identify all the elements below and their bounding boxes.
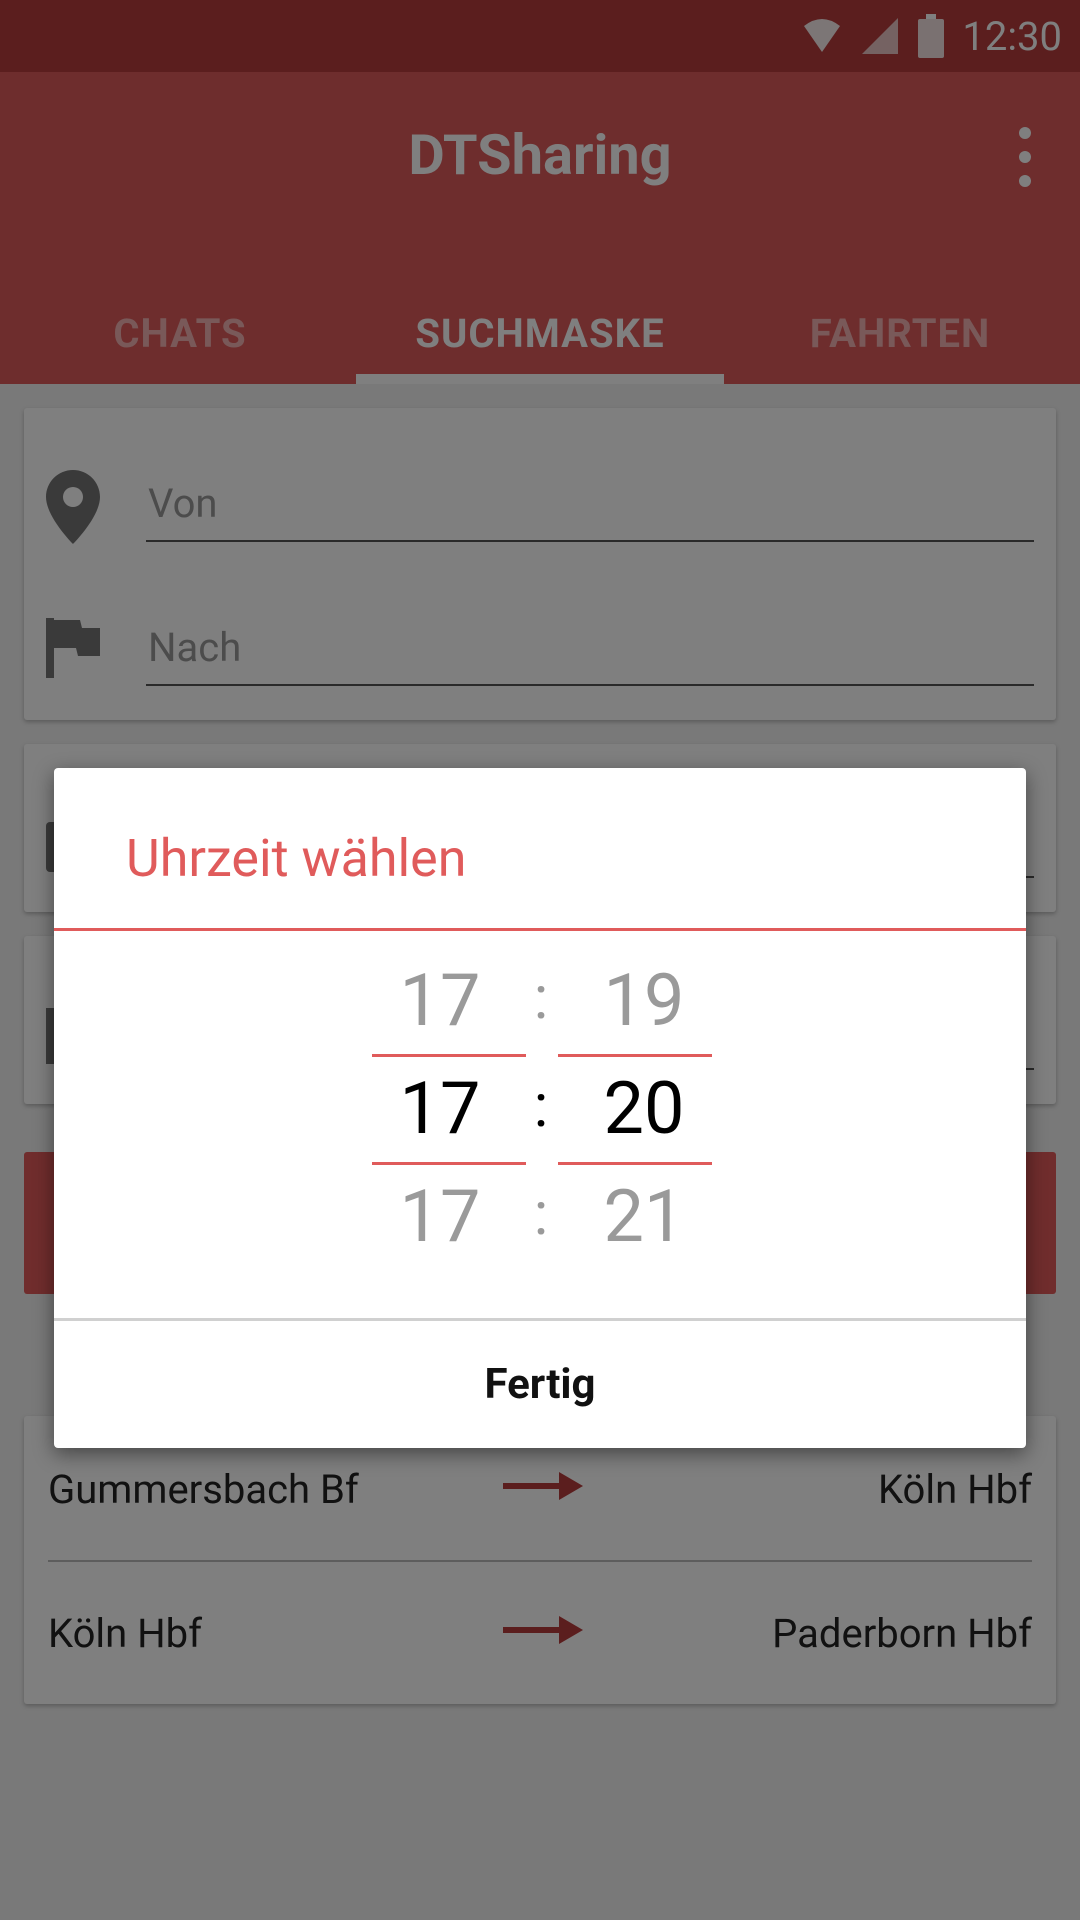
minute-selection-line-top (558, 1054, 712, 1057)
minute-next[interactable]: 21 (566, 1174, 722, 1259)
minute-prev[interactable]: 19 (566, 958, 722, 1043)
hour-next[interactable]: 17 (362, 1174, 518, 1259)
minute-selection-line-bottom (558, 1162, 712, 1165)
done-button[interactable]: Fertig (54, 1321, 1026, 1448)
time-picker: 17 17 17 : : : 19 20 21 (54, 958, 1026, 1259)
time-colon: : (533, 962, 549, 1033)
minute-selected[interactable]: 20 (566, 1066, 722, 1151)
time-colon: : (533, 1070, 549, 1141)
time-picker-dialog: Uhrzeit wählen 17 17 17 : : : 19 20 21 F… (54, 768, 1026, 1448)
title-divider (54, 928, 1026, 931)
dialog-title: Uhrzeit wählen (126, 828, 467, 889)
time-colon: : (533, 1178, 549, 1249)
hour-selection-line-bottom (372, 1162, 526, 1165)
hour-prev[interactable]: 17 (362, 958, 518, 1043)
hour-selection-line-top (372, 1054, 526, 1057)
hour-selected[interactable]: 17 (362, 1066, 518, 1151)
